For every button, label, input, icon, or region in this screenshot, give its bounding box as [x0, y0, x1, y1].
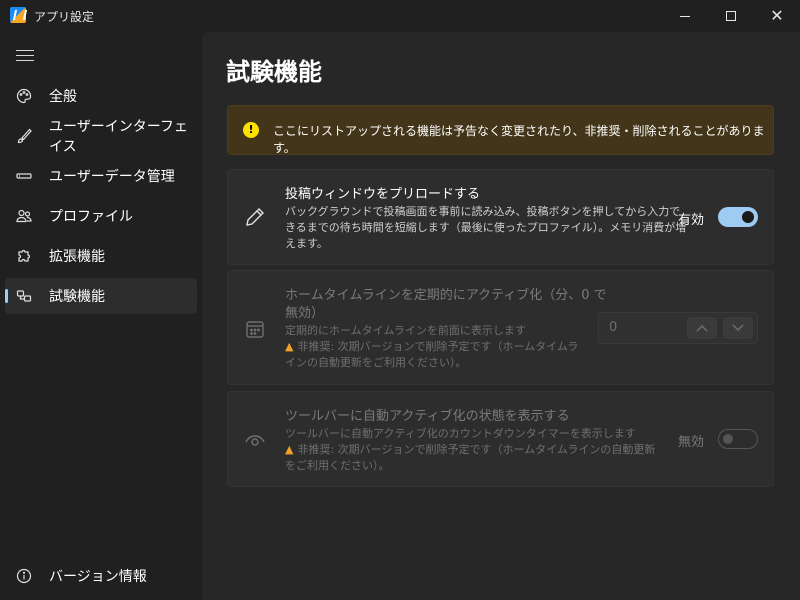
- maximize-button[interactable]: [708, 0, 754, 32]
- maximize-icon: [726, 11, 736, 21]
- toggle-state-label: 無効: [678, 435, 705, 450]
- toggle-knob: [742, 211, 754, 223]
- spin-down-button[interactable]: [723, 317, 753, 339]
- spin-up-button[interactable]: [687, 317, 717, 339]
- calendar-icon: [246, 321, 264, 338]
- card-warning-line1: ▲ 非推奨: 次期バージョンで削除予定です（ホームタイムラインの自動更新: [285, 443, 656, 456]
- sidebar-item-label: 試験機能: [49, 289, 105, 305]
- title-bar: アプリ設定 ✕: [0, 0, 800, 32]
- sidebar-item-label: 全般: [49, 89, 77, 105]
- preload-toggle[interactable]: [718, 207, 758, 227]
- eye-icon: [245, 435, 265, 446]
- toggle-knob: [723, 434, 733, 444]
- toggle-state-label: 有効: [678, 213, 705, 228]
- minimize-icon: [680, 15, 690, 17]
- card-title: 投稿ウィンドウをプリロードする: [285, 187, 481, 202]
- sidebar-item-label: 拡張機能: [49, 249, 105, 265]
- hamburger-icon[interactable]: [16, 50, 34, 62]
- close-icon: ✕: [770, 6, 784, 25]
- card-warning-line2: をご利用ください）。: [285, 459, 390, 472]
- sidebar-item-label: ユーザーデータ管理: [49, 169, 175, 185]
- close-button[interactable]: ✕: [754, 0, 800, 32]
- number-value: 0: [609, 320, 618, 335]
- card-description: ツールバーに自動アクティブ化のカウントダウンタイマーを表示します: [285, 427, 636, 440]
- storage-icon: [16, 173, 32, 179]
- warning-circle-icon: !: [243, 122, 259, 138]
- content-panel: 試験機能 ! ここにリストアップされる機能は予告なく変更されたり、非推奨・削除さ…: [202, 32, 800, 600]
- card-title-line2: 無効）: [285, 306, 325, 321]
- card-description-line1: バックグラウンドで投稿画面を事前に読み込み、投稿ボタンを押してから入力で: [285, 205, 681, 218]
- pencil-icon: [246, 208, 264, 226]
- minimize-button[interactable]: [662, 0, 708, 32]
- sidebar-item-user-interface[interactable]: ユーザーインターフェイス: [5, 118, 197, 155]
- card-description-line3: えます。: [285, 237, 328, 250]
- flask-icon: [16, 290, 32, 302]
- sidebar-item-profiles[interactable]: プロファイル: [5, 198, 197, 234]
- card-warning-line1: ▲ 非推奨: 次期バージョンで削除予定です（ホームタイムラ: [285, 340, 579, 353]
- info-bar: ! ここにリストアップされる機能は予告なく変更されたり、非推奨・削除されることが…: [227, 105, 774, 155]
- brush-icon: [17, 128, 32, 144]
- sidebar: 全般 ユーザーインターフェイス ユーザーデータ管理 プロファイル 拡張機能 試験…: [0, 32, 202, 600]
- puzzle-icon: [18, 249, 31, 262]
- info-icon: [16, 568, 32, 584]
- page-title: 試験機能: [226, 58, 322, 86]
- people-icon: [16, 209, 32, 223]
- palette-icon: [16, 88, 32, 104]
- setting-card-toolbar-status: ツールバーに自動アクティブ化の状態を表示する ツールバーに自動アクティブ化のカウ…: [227, 391, 774, 487]
- setting-card-auto-activate-home: ホームタイムラインを定期的にアクティブ化（分、0 で 無効） 定期的にホームタイ…: [227, 270, 774, 385]
- setting-card-preload-post-window: 投稿ウィンドウをプリロードする バックグラウンドで投稿画面を事前に読み込み、投稿…: [227, 169, 774, 265]
- sidebar-item-about[interactable]: バージョン情報: [5, 558, 197, 594]
- card-description: 定期的にホームタイムラインを前面に表示します: [285, 324, 526, 337]
- interval-number-input[interactable]: 0: [598, 312, 758, 344]
- sidebar-item-general[interactable]: 全般: [5, 78, 197, 114]
- info-bar-text: ここにリストアップされる機能は予告なく変更されたり、非推奨・削除されることがあり…: [273, 124, 765, 155]
- toolbar-status-toggle[interactable]: [718, 429, 758, 449]
- chevron-up-icon: [696, 325, 708, 332]
- sidebar-item-label: ユーザーインターフェイス: [49, 119, 188, 155]
- sidebar-item-extensions[interactable]: 拡張機能: [5, 238, 197, 274]
- window-title: アプリ設定: [34, 10, 95, 24]
- warning-triangle-icon: ▲: [285, 340, 294, 353]
- card-title-line1: ホームタイムラインを定期的にアクティブ化（分、0 で: [285, 288, 607, 303]
- sidebar-item-experimental[interactable]: 試験機能: [5, 278, 197, 314]
- app-logo-icon: [10, 7, 26, 23]
- card-description-line2: きるまでの待ち時間を短縮します（最後に使ったプロファイル）。メモリ消費が増: [285, 221, 687, 234]
- chevron-down-icon: [732, 324, 744, 331]
- sidebar-item-user-data[interactable]: ユーザーデータ管理: [5, 158, 197, 194]
- card-title: ツールバーに自動アクティブ化の状態を表示する: [285, 409, 570, 424]
- sidebar-item-label: プロファイル: [49, 209, 133, 225]
- sidebar-item-label: バージョン情報: [49, 569, 147, 585]
- warning-triangle-icon: ▲: [285, 443, 294, 456]
- card-warning-line2: インの自動更新をご利用ください）。: [285, 356, 467, 369]
